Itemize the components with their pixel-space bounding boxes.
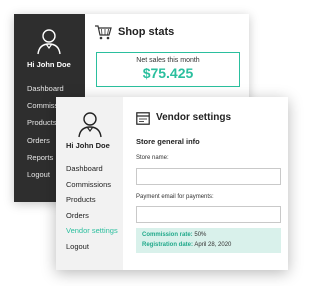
shopping-cart-icon (95, 25, 112, 40)
commission-rate-label: Commission rate: (142, 232, 193, 238)
user-avatar-icon (78, 112, 102, 138)
payment-email-label: Payment email for payments: (136, 194, 214, 200)
sidebar-item-logout[interactable]: Logout (66, 239, 118, 255)
sidebar-menu: Dashboard Commissions Products Orders Ve… (66, 161, 118, 255)
sidebar-item-products[interactable]: Products (66, 192, 118, 208)
section-title: Store general info (136, 137, 200, 146)
account-info-box: Commission rate: 50% Registration date: … (136, 228, 281, 253)
registration-row: Registration date: April 28, 2020 (142, 241, 275, 251)
commission-rate-value: 50% (194, 232, 207, 238)
sidebar-item-commissions[interactable]: Commissions (66, 177, 118, 193)
sidebar-item-dashboard[interactable]: Dashboard (27, 80, 72, 97)
registration-date-label: Registration date: (142, 241, 194, 248)
vendor-settings-window: Hi John Doe Dashboard Commissions Produc… (56, 97, 288, 270)
store-name-input[interactable] (136, 168, 281, 185)
user-avatar-icon (37, 29, 61, 55)
net-sales-value: $75.425 (142, 65, 194, 81)
page-title: Vendor settings (156, 112, 232, 123)
payment-email-input[interactable] (136, 206, 281, 223)
sidebar-item-orders[interactable]: Orders (66, 208, 118, 224)
commission-row: Commission rate: 50% (142, 231, 275, 241)
light-sidebar: Hi John Doe Dashboard Commissions Produc… (56, 97, 123, 270)
page-title: Shop stats (118, 26, 175, 38)
net-sales-card: Net sales this month $75.425 (96, 52, 240, 87)
vendor-settings-main: Vendor settings Store general info Store… (123, 97, 288, 270)
vendor-card-icon (136, 112, 150, 125)
registration-date-value: April 28, 2020 (194, 241, 232, 248)
sidebar-item-vendor-settings[interactable]: Vendor settings (66, 223, 118, 239)
net-sales-label: Net sales this month (136, 57, 200, 64)
sidebar-item-dashboard[interactable]: Dashboard (66, 161, 118, 177)
sidebar-greeting: Hi John Doe (27, 60, 71, 69)
sidebar-greeting: Hi John Doe (66, 141, 110, 150)
store-name-label: Store name: (136, 155, 169, 161)
